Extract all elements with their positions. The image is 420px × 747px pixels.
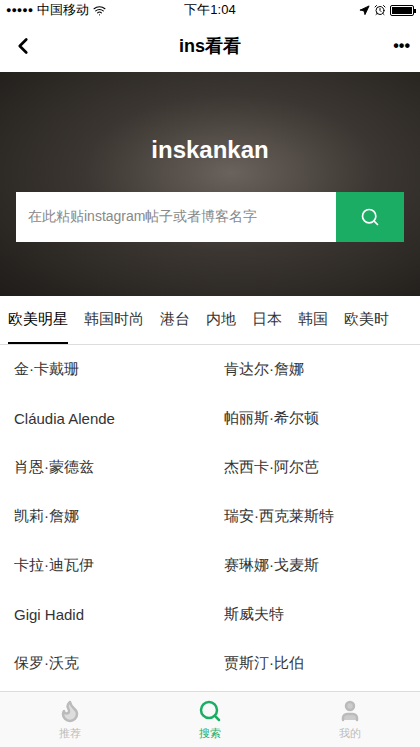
name-item[interactable]: Gigi Hadid <box>0 590 210 639</box>
search-icon <box>198 699 222 723</box>
name-item[interactable]: 帕丽斯·希尔顿 <box>210 394 420 443</box>
back-button[interactable] <box>10 33 50 59</box>
signal-icon: ●●●●● <box>6 5 33 15</box>
location-icon <box>359 5 370 16</box>
category-tab[interactable]: 内地 <box>206 296 236 344</box>
name-item[interactable]: 杰西卡·阿尔芭 <box>210 443 420 492</box>
search-field[interactable]: 在此粘贴instagram帖子或者博客名字 <box>16 192 336 242</box>
more-button[interactable]: ••• <box>370 37 410 55</box>
hero-title: inskankan <box>151 136 268 164</box>
category-tab[interactable]: 韩国 <box>298 296 328 344</box>
carrier: 中国移动 <box>37 1 89 19</box>
category-tab[interactable]: 欧美时 <box>344 296 389 344</box>
back-icon <box>10 33 36 59</box>
name-item[interactable]: 瑞安·西克莱斯特 <box>210 492 420 541</box>
alarm-icon <box>374 4 386 16</box>
clock: 下午1:04 <box>184 1 235 19</box>
name-item[interactable]: 肖恩·蒙德兹 <box>0 443 210 492</box>
nav-title: ins看看 <box>179 34 241 58</box>
name-item[interactable]: 卡拉·迪瓦伊 <box>0 541 210 590</box>
search-button[interactable] <box>336 192 404 242</box>
search-bar: 在此粘贴instagram帖子或者博客名字 <box>16 192 404 242</box>
category-tab[interactable]: 欧美明星 <box>8 296 68 344</box>
name-item[interactable]: 凯莉·詹娜 <box>0 492 210 541</box>
user-icon <box>338 699 362 723</box>
category-tab[interactable]: 日本 <box>252 296 282 344</box>
name-item[interactable]: 金·卡戴珊 <box>0 345 210 394</box>
name-item[interactable]: 斯威夫特 <box>210 590 420 639</box>
wifi-icon <box>93 4 106 17</box>
tab-bar-item[interactable]: 推荐 <box>0 692 140 747</box>
category-tabs: 欧美明星韩国时尚港台内地日本韩国欧美时 <box>0 296 420 345</box>
search-icon <box>360 207 380 227</box>
page: ●●●●● 中国移动 下午1:04 ins看看 ••• inskankan 在此粘贴inst… <box>0 0 420 747</box>
tab-bar-item[interactable]: 搜索 <box>140 692 280 747</box>
name-item[interactable]: Cláudia Alende <box>0 394 210 443</box>
hero-banner: inskankan 在此粘贴instagram帖子或者博客名字 <box>0 72 420 296</box>
category-tab[interactable]: 港台 <box>160 296 190 344</box>
name-item[interactable]: 肯达尔·詹娜 <box>210 345 420 394</box>
name-item[interactable]: 贾斯汀·比伯 <box>210 639 420 688</box>
name-item[interactable]: 赛琳娜·戈麦斯 <box>210 541 420 590</box>
tab-bar: 推荐搜索我的 <box>0 691 420 747</box>
flame-icon <box>58 699 82 723</box>
battery-icon <box>390 5 414 16</box>
name-item[interactable]: 保罗·沃克 <box>0 639 210 688</box>
status-bar: ●●●●● 中国移动 下午1:04 <box>0 0 420 20</box>
nav-bar: ins看看 ••• <box>0 20 420 72</box>
name-list: 金·卡戴珊肯达尔·詹娜Cláudia Alende帕丽斯·希尔顿肖恩·蒙德兹杰西… <box>0 345 420 691</box>
tab-bar-item[interactable]: 我的 <box>280 692 420 747</box>
category-tab[interactable]: 韩国时尚 <box>84 296 144 344</box>
